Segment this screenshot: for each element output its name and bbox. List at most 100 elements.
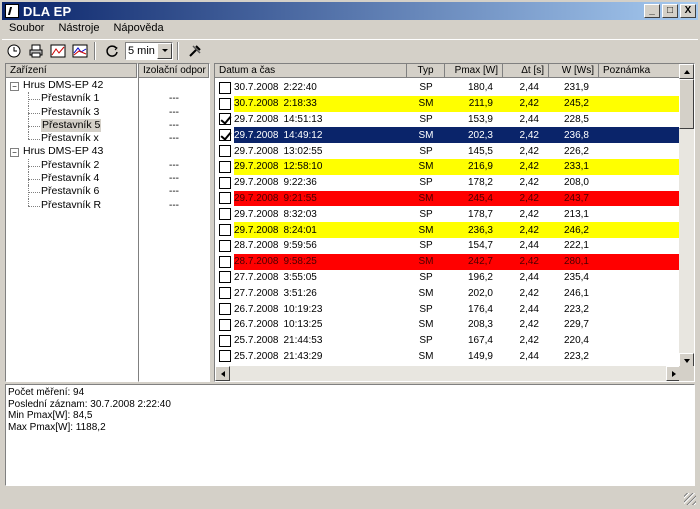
tree-item[interactable]: Přestavník x: [6, 132, 137, 145]
row-date: 25.7.2008: [234, 335, 279, 347]
row-checkbox[interactable]: [219, 113, 231, 126]
table-row[interactable]: 26.7.2008 10:19:23 SP 176,4 2,44 223,2: [215, 301, 681, 317]
horizontal-scrollbar[interactable]: [215, 366, 681, 381]
title-bar[interactable]: DLA EP _ □ X: [2, 2, 698, 20]
table-row[interactable]: 25.7.2008 21:44:53 SP 167,4 2,42 220,4: [215, 332, 681, 349]
tree-item[interactable]: Přestavník 1: [6, 92, 137, 106]
cell-dt: 2,44: [519, 303, 539, 315]
table-row[interactable]: 27.7.2008 3:55:05 SP 196,2 2,44 235,4: [215, 269, 681, 286]
table-row[interactable]: 28.7.2008 9:59:56 SP 154,7 2,44 222,1: [215, 238, 681, 254]
row-checkbox[interactable]: [219, 271, 231, 284]
vertical-scrollbar[interactable]: [679, 64, 694, 368]
table-row[interactable]: 25.7.2008 21:43:29 SM 149,9 2,44 223,2: [215, 348, 681, 365]
tree-item[interactable]: Přestavník 2: [6, 158, 137, 173]
printer-icon[interactable]: [26, 41, 46, 61]
col-note[interactable]: Poznámka: [599, 64, 681, 78]
table-row[interactable]: 29.7.2008 14:51:13 SP 153,9 2,44 228,5: [215, 111, 681, 128]
tree-group[interactable]: − Hrus DMS-EP 43: [6, 145, 137, 158]
row-checkbox[interactable]: [219, 287, 231, 300]
row-values: SM 202,3 2,42 236,8: [407, 127, 681, 144]
table-row[interactable]: 29.7.2008 8:24:01 SM 236,3 2,42 246,2: [215, 222, 681, 238]
tree-item[interactable]: Přestavník 4: [6, 172, 137, 186]
tree-header[interactable]: Zařízení: [6, 64, 137, 78]
cell-date: 28.7.2008 9:59:56: [215, 238, 407, 254]
table-row[interactable]: 28.7.2008 9:58:25 SM 242,7 2,42 280,1: [215, 253, 681, 270]
row-checkbox[interactable]: [219, 97, 231, 110]
scroll-left-button[interactable]: [215, 366, 230, 381]
cell-w: 243,7: [563, 192, 589, 204]
interval-select[interactable]: 5 min: [125, 41, 173, 60]
toolbar-separator: [177, 41, 179, 60]
table-row[interactable]: 29.7.2008 8:32:03 SP 178,7 2,42 213,1: [215, 206, 681, 223]
cell-date-text: 30.7.2008 2:18:33: [234, 95, 407, 112]
col-w[interactable]: W [Ws]: [549, 64, 599, 78]
row-checkbox[interactable]: [219, 145, 231, 158]
table-row[interactable]: 29.7.2008 13:02:55 SP 145,5 2,42 226,2: [215, 143, 681, 159]
row-time: 8:24:01: [283, 224, 317, 236]
col-pmax[interactable]: Pmax [W]: [445, 64, 503, 78]
tree-item[interactable]: Přestavník 3: [6, 105, 137, 119]
row-checkbox[interactable]: [219, 129, 231, 142]
refresh-icon[interactable]: [102, 41, 122, 61]
maximize-button[interactable]: □: [662, 4, 678, 18]
cell-w: 223,2: [563, 303, 589, 315]
row-checkbox[interactable]: [219, 334, 231, 347]
tree-item[interactable]: Přestavník 5: [6, 118, 137, 133]
col-dt[interactable]: Δt [s]: [503, 64, 549, 78]
cell-typ: SP: [419, 335, 433, 347]
table-row[interactable]: 29.7.2008 9:21:55 SM 245,4 2,42 243,7: [215, 190, 681, 207]
row-checkbox[interactable]: [219, 303, 231, 316]
row-checkbox[interactable]: [219, 176, 231, 189]
col-typ[interactable]: Typ: [407, 64, 445, 78]
row-date: 30.7.2008: [234, 82, 279, 94]
table-row[interactable]: 30.7.2008 2:22:40 SP 180,4 2,44 231,9: [215, 80, 681, 96]
row-checkbox[interactable]: [219, 192, 231, 205]
row-date: 25.7.2008: [234, 350, 279, 362]
row-checkbox[interactable]: [219, 81, 231, 94]
tools-icon[interactable]: [185, 41, 205, 61]
menu-soubor[interactable]: Soubor: [2, 21, 51, 38]
cell-note: [599, 112, 681, 128]
cell-note: [599, 349, 681, 365]
row-checkbox[interactable]: [219, 350, 231, 363]
isolation-value: ---: [169, 133, 179, 145]
cell-note: [599, 333, 681, 349]
isolation-header[interactable]: Izolační odpor: [139, 64, 209, 78]
resize-grip-icon[interactable]: [684, 493, 696, 505]
row-checkbox[interactable]: [219, 255, 231, 268]
row-checkbox[interactable]: [219, 160, 231, 173]
clock-icon[interactable]: [4, 41, 24, 61]
row-date: 29.7.2008: [234, 145, 279, 157]
cell-date-text: 29.7.2008 9:21:55: [234, 190, 407, 207]
collapse-icon[interactable]: −: [10, 148, 19, 158]
row-values: SP 154,7 2,44 222,1: [407, 238, 681, 254]
row-date: 29.7.2008: [234, 161, 279, 173]
tree-group[interactable]: − Hrus DMS-EP 42: [6, 79, 137, 92]
cell-pmax: 167,4: [467, 335, 493, 347]
minimize-button[interactable]: _: [644, 4, 660, 18]
row-checkbox[interactable]: [219, 208, 231, 221]
row-checkbox[interactable]: [219, 318, 231, 331]
col-date[interactable]: Datum a čas: [215, 64, 407, 78]
table-row[interactable]: 27.7.2008 3:51:26 SM 202,0 2,42 246,1: [215, 285, 681, 302]
collapse-icon[interactable]: −: [10, 82, 19, 91]
cell-dt: 2,42: [519, 161, 539, 173]
table-row[interactable]: 29.7.2008 12:58:10 SM 216,9 2,42 233,1: [215, 159, 681, 175]
menu-napoveda[interactable]: Nápověda: [106, 21, 170, 38]
scroll-up-button[interactable]: [679, 64, 694, 79]
table-row[interactable]: 30.7.2008 2:18:33 SM 211,9 2,42 245,2: [215, 95, 681, 112]
table-row[interactable]: 29.7.2008 9:22:36 SP 178,2 2,42 208,0: [215, 174, 681, 191]
cell-pmax: 236,3: [467, 224, 493, 236]
close-button[interactable]: X: [680, 4, 696, 18]
menu-nastroje[interactable]: Nástroje: [51, 21, 106, 38]
tree-item[interactable]: Přestavník 6: [6, 185, 137, 199]
chart-icon[interactable]: [48, 41, 68, 61]
table-row[interactable]: 29.7.2008 14:49:12 SM 202,3 2,42 236,8: [215, 127, 681, 144]
chevron-down-icon[interactable]: [157, 42, 172, 59]
row-checkbox[interactable]: [219, 224, 231, 237]
chart-alt-icon[interactable]: [70, 41, 90, 61]
tree-item[interactable]: Přestavník R: [6, 198, 137, 212]
scroll-thumb[interactable]: [679, 79, 694, 129]
row-checkbox[interactable]: [219, 239, 231, 252]
table-row[interactable]: 26.7.2008 10:13:25 SM 208,3 2,42 229,7: [215, 317, 681, 333]
